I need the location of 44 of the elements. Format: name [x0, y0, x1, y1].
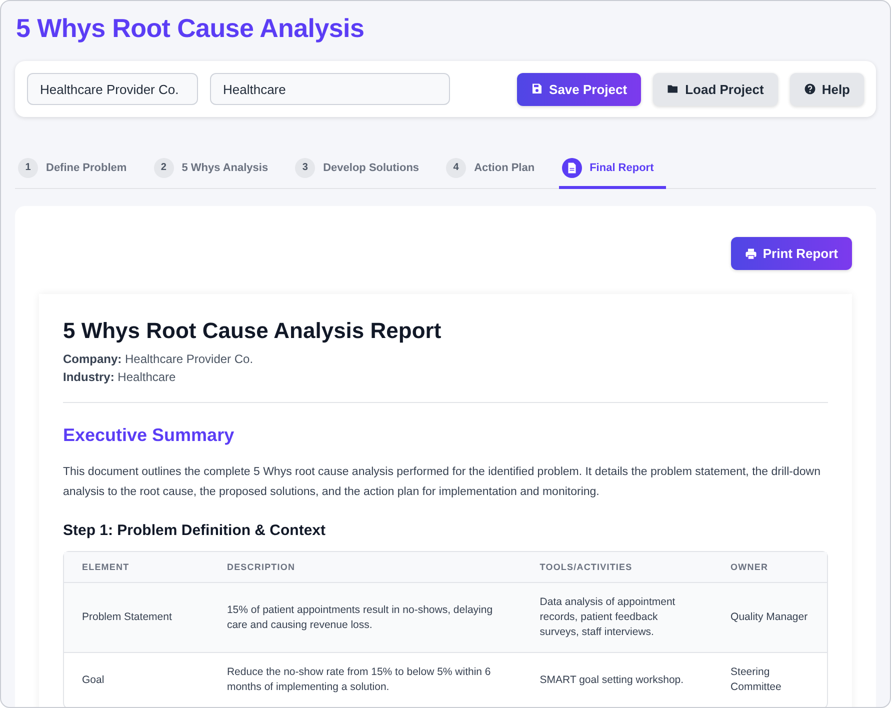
company-field[interactable]: Healthcare Provider Co.	[27, 73, 198, 105]
column-header: DESCRIPTION	[208, 552, 522, 583]
table-cell: Goal	[64, 653, 209, 707]
summary-paragraph: This document outlines the complete 5 Whys root cause analysis performed for the identified problem. It details the problem statement, the drill-down analysis to the root cause, the proposed solutions, and the action plan for implementation and monitoring.	[63, 465, 822, 500]
table-cell: Steering Committee	[712, 653, 827, 707]
toolbar-button[interactable]: Help	[790, 72, 864, 106]
document-icon	[566, 162, 578, 174]
step-number: 4	[446, 158, 466, 178]
industry-field[interactable]: Healthcare	[210, 73, 450, 105]
toolbar-button[interactable]: Save Project	[517, 72, 642, 106]
folder-icon	[667, 83, 680, 95]
step-tab[interactable]: 4 Action Plan	[443, 149, 547, 189]
tab-label: Define Problem	[46, 162, 127, 174]
section-heading: Executive Summary	[63, 425, 236, 446]
step-tab[interactable]: 3 Develop Solutions	[292, 149, 432, 189]
tab-label: Develop Solutions	[323, 162, 420, 174]
table-cell: Quality Manager	[712, 583, 827, 653]
table-cell: Data analysis of appointment records, patient feedback surveys, staff interviews.	[522, 583, 713, 653]
table-cell: Problem Statement	[64, 583, 209, 653]
step-number: 3	[295, 158, 316, 178]
app-title: 5 Whys Root Cause Analysis	[16, 13, 366, 44]
save-icon	[531, 83, 544, 95]
toolbar-button[interactable]: Load Project	[653, 72, 778, 106]
table-cell: SMART goal setting workshop.	[522, 653, 713, 707]
report-meta: Company: Healthcare Provider Co.	[63, 351, 254, 368]
report-meta: Industry: Healthcare	[63, 369, 177, 386]
tab-label: Action Plan	[474, 162, 535, 174]
column-header: OWNER	[712, 552, 827, 583]
tab-label: 5 Whys Analysis	[182, 162, 268, 174]
step-tab[interactable]: Final Report	[558, 149, 666, 189]
report-heading: 5 Whys Root Cause Analysis Report	[63, 318, 442, 344]
step-heading: Step 1: Problem Definition & Context	[63, 522, 327, 539]
table-cell: 15% of patient appointments result in no-shows, delaying care and causing revenue loss.	[208, 583, 522, 653]
print-report-button[interactable]: Print Report	[730, 237, 852, 270]
printer-icon	[744, 248, 757, 260]
step-tab[interactable]: 2 5 Whys Analysis	[150, 149, 280, 189]
column-header: ELEMENT	[64, 552, 209, 583]
tab-label: Final Report	[590, 162, 654, 174]
column-header: TOOLS/ACTIVITIES	[522, 552, 713, 583]
table-cell: Reduce the no-show rate from 15% to below 5% within 6 months of implementing a solution.	[208, 653, 522, 707]
step-tab[interactable]: 1 Define Problem	[15, 149, 139, 189]
help-icon	[804, 83, 816, 95]
step-number: 1	[18, 158, 38, 178]
step-number: 2	[154, 158, 174, 178]
